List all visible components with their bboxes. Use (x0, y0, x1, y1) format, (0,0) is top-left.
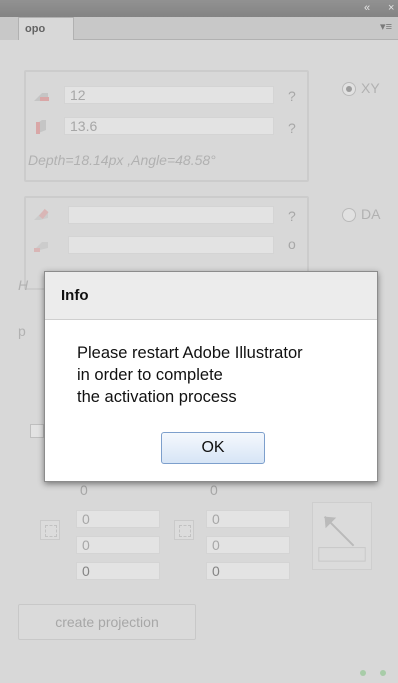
ok-button[interactable]: OK (161, 432, 265, 464)
dialog-message-line-3: the activation process (77, 388, 237, 406)
info-dialog: Info Please restart Adobe Illustrator in… (44, 271, 378, 482)
dialog-title: Info (45, 272, 377, 320)
dialog-message-line-1: Please restart Adobe Illustrator (77, 344, 303, 362)
dialog-message-line-2: in order to complete (77, 366, 223, 384)
dialog-message: Please restart Adobe Illustrator in orde… (77, 342, 367, 408)
